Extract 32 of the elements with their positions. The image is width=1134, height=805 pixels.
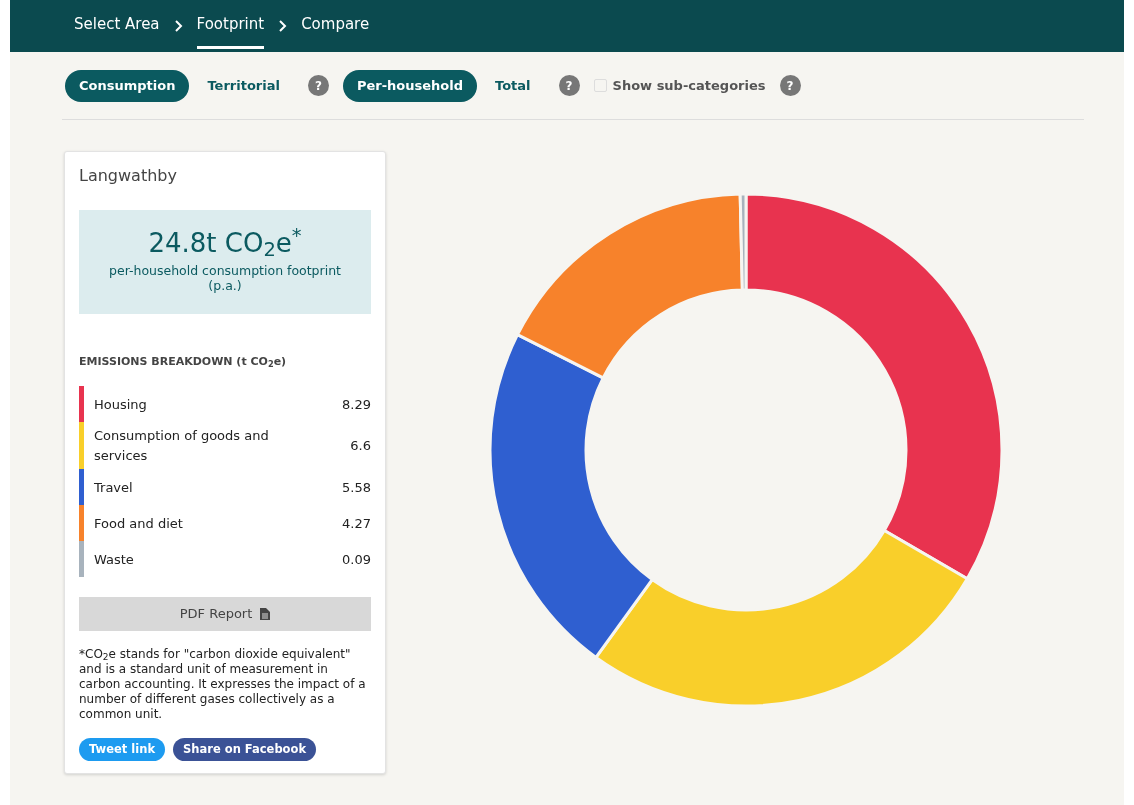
- legend-label: Housing: [94, 395, 147, 414]
- legend-label: Waste: [94, 550, 134, 569]
- legend-value: 8.29: [342, 395, 371, 414]
- breadcrumb-tab[interactable]: Select Area: [74, 13, 160, 49]
- footnote: *CO$_{2}$e stands for "carbon dioxide equivalent" and is a standard unit of measurement in carbon accounting. It expresses the impact of a number of different gases collectively as a common unit.: [79, 646, 367, 722]
- checkbox[interactable]: [593, 79, 607, 93]
- checkbox-label[interactable]: Show sub-categories: [612, 76, 766, 96]
- place-name: Langwathby: [79, 164, 178, 187]
- pdf-report-button[interactable]: PDF Report: [79, 597, 371, 631]
- chevron-icon: [173, 20, 183, 32]
- help-icon[interactable]: ?: [558, 75, 580, 97]
- footprint-caption: per-household consumption footprint (p.a.): [108, 262, 342, 294]
- share-button[interactable]: Share on Facebook: [173, 737, 317, 761]
- document-icon: [260, 608, 271, 620]
- toggle-button[interactable]: Territorial: [193, 70, 294, 102]
- breakdown-title: EMISSIONS BREAKDOWN (t CO$_{2}$e): [79, 353, 288, 371]
- toggle-button[interactable]: Per-household: [342, 70, 478, 102]
- legend-value: 6.6: [350, 437, 371, 455]
- footprint-value: 24.8t CO$_{2}$e$^{*}$: [147, 223, 303, 263]
- toggle-button[interactable]: Consumption: [65, 70, 190, 102]
- breadcrumb-tab[interactable]: Compare: [301, 13, 370, 49]
- help-icon[interactable]: ?: [779, 75, 801, 97]
- legend-label: Consumption of goods and services: [94, 427, 270, 465]
- help-icon[interactable]: ?: [307, 75, 329, 97]
- legend-value: 0.09: [342, 550, 371, 569]
- legend-value: 5.58: [342, 478, 371, 497]
- breadcrumb-tab[interactable]: Footprint: [196, 13, 265, 49]
- legend-label: Travel: [94, 478, 133, 497]
- legend-value: 4.27: [342, 514, 371, 533]
- chevron-icon: [278, 20, 288, 32]
- toggle-button[interactable]: Total: [481, 70, 545, 102]
- legend-label: Food and diet: [94, 514, 183, 533]
